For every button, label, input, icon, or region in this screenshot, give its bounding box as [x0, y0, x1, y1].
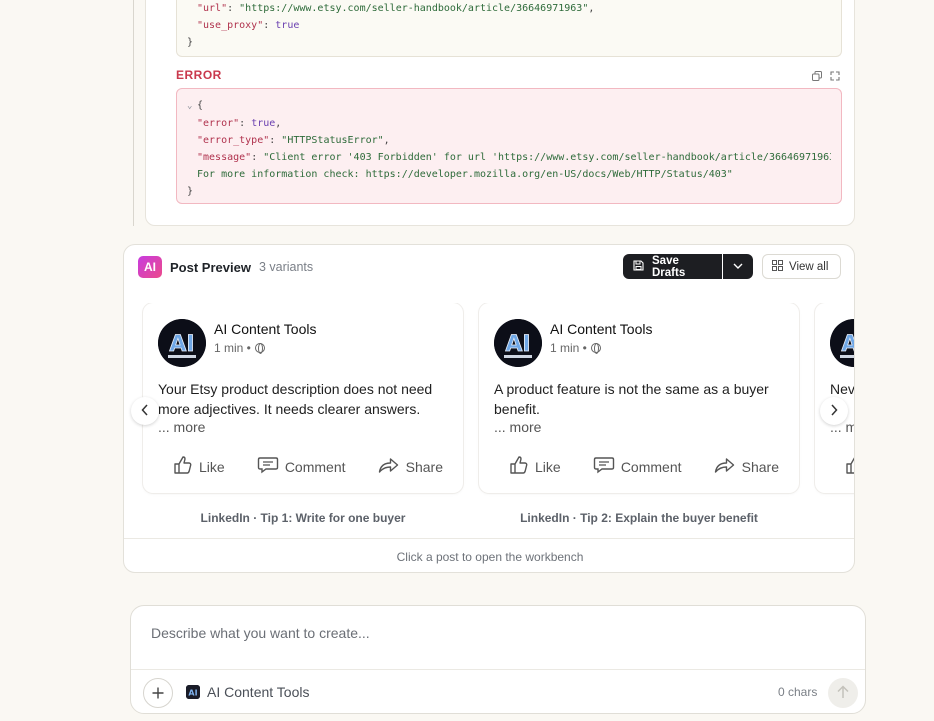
- thumbs-up-icon: [509, 455, 529, 478]
- comment-button[interactable]: Comment: [257, 455, 346, 478]
- char-count: 0 chars: [778, 685, 818, 699]
- json-line-message: "message": "Client error '403 Forbidden'…: [197, 152, 831, 163]
- tool-call-card: "url": "https://www.etsy.com/seller-hand…: [145, 0, 855, 226]
- comment-icon: [257, 456, 279, 477]
- json-line-error: "error": true,: [197, 118, 282, 129]
- like-button[interactable]: [845, 455, 854, 478]
- post-actions: Like Comment Share: [173, 455, 443, 478]
- post-caption: LinkedIn · Tip 1: Write for one buyer: [200, 511, 406, 525]
- composer-toolbar: AI AI Content Tools 0 chars: [131, 669, 865, 713]
- save-drafts-button[interactable]: Save Drafts: [623, 254, 722, 279]
- post-text: A product feature is not the same as a b…: [494, 381, 769, 417]
- ai-badge: AI: [138, 256, 162, 278]
- avatar: AI: [494, 319, 542, 367]
- avatar: AI: [158, 319, 206, 367]
- preview-footer-hint: Click a post to open the workbench: [124, 538, 854, 572]
- thumbs-up-icon: [845, 455, 854, 478]
- collapse-chevron-icon[interactable]: ⌄: [187, 98, 197, 115]
- arrow-up-icon: [837, 684, 849, 702]
- prompt-input[interactable]: [151, 625, 841, 661]
- like-button[interactable]: Like: [509, 455, 561, 478]
- json-open-line: ⌄{: [187, 97, 831, 115]
- globe-icon: [590, 343, 601, 354]
- save-options-dropdown[interactable]: [723, 254, 753, 279]
- prompt-composer: AI AI Content Tools 0 chars: [130, 605, 866, 714]
- post-card[interactable]: AI AI Content Tools 1 min • A product fe…: [479, 303, 799, 493]
- post-text: Nev: [830, 381, 855, 397]
- error-actions: [812, 68, 840, 81]
- share-button[interactable]: Share: [714, 455, 779, 478]
- post-author: AI Content Tools: [550, 321, 653, 337]
- json-line-more-info: For more information check: https://deve…: [197, 169, 733, 180]
- json-line-error-type: "error_type": "HTTPStatusError",: [197, 135, 390, 146]
- chevron-right-icon: [830, 403, 838, 419]
- comment-button[interactable]: Comment: [593, 455, 682, 478]
- post-author: AI Content Tools: [214, 321, 317, 337]
- svg-text:AI: AI: [505, 332, 530, 357]
- view-all-button[interactable]: View all: [762, 254, 841, 279]
- comment-icon: [593, 456, 615, 477]
- send-button[interactable]: [828, 678, 858, 708]
- chevron-down-icon: [733, 261, 743, 272]
- carousel-next-button[interactable]: [820, 397, 848, 425]
- post-card[interactable]: AI AI Content Tools 1 min • Your Etsy pr…: [143, 303, 463, 493]
- preview-header: AI Post Preview 3 variants: [138, 256, 313, 278]
- avatar: AI: [830, 319, 855, 367]
- like-button[interactable]: Like: [173, 455, 225, 478]
- add-attachment-button[interactable]: [143, 678, 173, 708]
- grid-icon: [772, 259, 783, 274]
- brand-selector[interactable]: AI AI Content Tools: [186, 684, 309, 700]
- svg-text:AI: AI: [841, 332, 855, 357]
- expand-icon[interactable]: [830, 68, 840, 81]
- post-caption: LinkedIn · Tip 2: Explain the buyer bene…: [520, 511, 758, 525]
- error-json-block: ⌄{ "error": true, "error_type": "HTTPSta…: [176, 88, 842, 204]
- svg-text:AI: AI: [188, 689, 197, 698]
- save-drafts-group: Save Drafts: [623, 254, 753, 279]
- json-line-url: "url": "https://www.etsy.com/seller-hand…: [197, 3, 595, 14]
- plus-icon: [152, 683, 164, 704]
- share-icon: [714, 456, 736, 477]
- copy-icon[interactable]: [812, 68, 822, 81]
- post-text: Your Etsy product description does not n…: [158, 381, 433, 417]
- json-close-brace: }: [187, 37, 194, 48]
- globe-icon: [254, 343, 265, 354]
- carousel-prev-button[interactable]: [131, 397, 159, 425]
- json-line-proxy: "use_proxy": true: [197, 20, 300, 31]
- json-close-brace: }: [187, 186, 194, 197]
- svg-text:AI: AI: [169, 332, 194, 357]
- share-icon: [378, 456, 400, 477]
- post-meta: 1 min •: [550, 341, 601, 355]
- see-more-link[interactable]: ... more: [494, 419, 541, 435]
- brand-logo-icon: AI: [186, 685, 200, 699]
- thumbs-up-icon: [173, 455, 193, 478]
- save-icon: [633, 259, 644, 274]
- error-label: ERROR: [176, 68, 222, 82]
- post-actions: [845, 455, 854, 478]
- chevron-left-icon: [141, 403, 149, 419]
- see-more-link[interactable]: ... more: [158, 419, 205, 435]
- post-preview-panel: AI Post Preview 3 variants Save Drafts V…: [123, 244, 855, 573]
- thread-line: [133, 0, 134, 226]
- post-actions: Like Comment Share: [509, 455, 779, 478]
- variant-count: 3 variants: [258, 260, 314, 274]
- share-button[interactable]: Share: [378, 455, 443, 478]
- post-meta: 1 min •: [214, 341, 265, 355]
- request-json-block: "url": "https://www.etsy.com/seller-hand…: [176, 0, 842, 57]
- preview-title: Post Preview: [170, 259, 251, 275]
- post-carousel: AI AI Content Tools 1 min • Your Etsy pr…: [124, 303, 855, 503]
